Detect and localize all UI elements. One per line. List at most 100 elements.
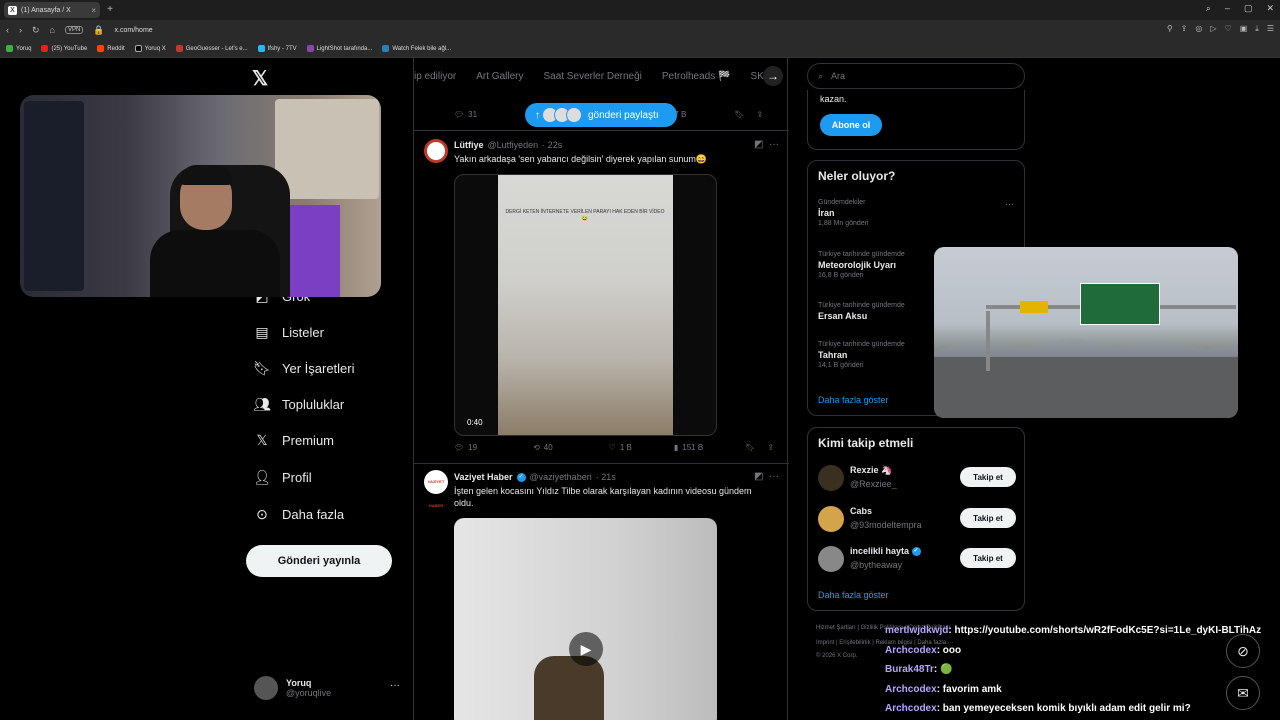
share-icon[interactable]: ⇪ [767,443,774,452]
grok-fab-icon[interactable]: ⊘ [1226,634,1260,668]
list-icon: ▤ [255,323,269,340]
tab-community[interactable]: SK [750,71,763,82]
nav-item-profile[interactable]: 👤︎ Profil [253,469,312,485]
follow-suggestion[interactable]: Cabs @93modeltempra Takip et [818,502,1016,536]
grok-icon[interactable]: ◩ [754,139,763,150]
nav-item-communities[interactable]: 👥︎ Topluluklar [253,395,344,412]
follow-title: Kimi takip etmeli [818,436,914,450]
search-box[interactable]: ⌕ [807,63,1025,89]
share-icon[interactable]: ⇪ [757,110,764,119]
back-icon[interactable]: ‹ [6,25,9,35]
follow-show-more-link[interactable]: Daha fazla göster [818,590,889,600]
avatar[interactable] [818,546,844,572]
avatar[interactable] [818,506,844,532]
more-dots-icon[interactable]: ··· [769,139,779,150]
box-icon[interactable]: ▣ [1240,24,1248,34]
more-dots-icon[interactable]: ··· [1005,199,1014,209]
address-bar[interactable]: x.com/home [115,27,153,34]
nav-item-premium[interactable]: 𝕏 Premium [254,432,334,448]
tweet-text: Yakın arkadaşa 'sen yabancı değilsin' di… [454,154,708,164]
heart-icon[interactable]: ♡ [1225,24,1232,34]
tab-community[interactable]: Saat Severler Derneği [543,71,641,82]
tweet-text: İşten gelen kocasını Yıldız Tilbe olarak… [454,486,752,508]
grok-icon[interactable]: ◩ [754,471,763,482]
bookmark-icon[interactable]: 🔖︎ [745,443,755,452]
video-caption: DERGİ KETEN İNTERNETE VERİLEN PARAYI HAK… [505,209,665,222]
bookmark-item[interactable]: Yoruq [6,45,31,52]
account-switcher[interactable]: Yoruq @yoruqlive ··· [254,676,400,700]
subscribe-text: kazan. [820,94,847,104]
tab-community[interactable]: ip ediliyor [414,71,456,82]
tweet-author-name[interactable]: Lütfiye [454,140,484,150]
account-name: Yoruq [286,678,312,688]
tweet-time[interactable]: · 22s [542,140,562,150]
people-icon: 👥︎ [253,395,271,412]
bookmark-icon[interactable]: 🔖︎ [734,110,744,119]
bookmark-item[interactable]: GeoGuesser - Let's e... [175,45,248,52]
avatar[interactable]: VAZİYET HABER [424,470,448,508]
follow-suggestion[interactable]: incelikli hayta ✓ @bytheaway Takip et [818,542,1016,576]
close-window-icon[interactable]: ✕ [1266,3,1274,14]
search-icon[interactable]: ⌕ [1206,3,1211,14]
zoom-icon[interactable]: ⚲ [1167,24,1173,34]
tweet-time[interactable]: · 21s [596,472,616,482]
tweet[interactable]: VAZİYET HABER Vaziyet Haber ✓ @vaziyetha… [414,463,789,720]
follow-button[interactable]: Takip et [960,548,1016,568]
reply-button[interactable]: 💬︎ 31 [454,110,477,119]
vpn-badge[interactable]: VPN [64,26,84,34]
maximize-icon[interactable]: ▢ [1244,3,1253,14]
wall-map-image [275,99,379,199]
bookmark-item[interactable]: Ifshy - 7TV [257,45,297,52]
tweet-author-handle[interactable]: @Lutfiyeden [488,140,539,150]
new-tab-icon[interactable]: + [104,4,116,16]
more-dots-icon[interactable]: ··· [390,680,400,691]
like-button[interactable]: ♡ 1 B [609,443,632,452]
tweet-author-handle[interactable]: @vaziyethaberi [530,472,592,482]
bookmark-item[interactable]: Watch Felek bile ağl... [382,45,451,52]
bookmark-item[interactable]: (25) YouTube [41,45,87,52]
trends-show-more-link[interactable]: Daha fazla göster [818,395,889,405]
follow-button[interactable]: Takip et [960,508,1016,528]
forward-icon[interactable]: › [19,25,22,35]
arrow-right-icon[interactable]: → [763,66,783,86]
messages-icon[interactable]: ✉ [1226,676,1260,710]
play-icon[interactable]: ▶ [569,632,603,666]
tweet-menu: ◩ ··· [754,139,779,150]
share-icon[interactable]: ⇪ [1181,24,1188,34]
tweet-video[interactable]: DERGİ KETEN İNTERNETE VERİLEN PARAYI HAK… [454,174,717,436]
reload-icon[interactable]: ↻ [32,25,40,36]
nav-item-lists[interactable]: ▤ Listeler [254,324,324,340]
more-dots-icon[interactable]: ··· [769,471,779,482]
post-button[interactable]: Gönderi yayınla [246,545,392,577]
play-icon[interactable]: ▷ [1210,24,1216,34]
camera-icon[interactable]: ◎ [1195,24,1202,34]
avatar[interactable] [818,465,844,491]
browser-tab[interactable]: X (1) Anasayfa / X × [4,2,100,18]
tab-community[interactable]: Petrolheads 🏁 [662,71,731,82]
subscribe-button[interactable]: Abone ol [820,114,882,136]
retweet-button[interactable]: ⟲ 40 [533,443,553,452]
follow-button[interactable]: Takip et [960,467,1016,487]
tweet-video[interactable]: ▶ [454,518,717,720]
follow-suggestion[interactable]: Rexzie 🦄 @Rexziee_ Takip et [818,461,1016,495]
nav-item-bookmarks[interactable]: 🔖︎ Yer İşaretleri [253,360,354,376]
home-icon[interactable]: ⌂ [50,25,55,35]
close-tab-icon[interactable]: × [91,6,96,15]
x-logo-icon[interactable]: 𝕏 [252,66,268,91]
bookmark-item[interactable]: LightShot tarafında... [306,45,372,52]
reply-button[interactable]: 💬︎ 19 [454,443,477,452]
tweet-author-name[interactable]: Vaziyet Haber [454,472,513,482]
tab-community[interactable]: Art Gallery [476,71,523,82]
menu-icon[interactable]: ☰ [1267,24,1274,34]
bookmark-item[interactable]: Reddit [97,45,125,52]
new-posts-pill[interactable]: ↑ gönderi paylaştı [525,103,677,127]
avatar[interactable] [424,139,448,163]
search-input[interactable] [829,70,1010,82]
minimize-icon[interactable]: – [1225,3,1230,14]
views-button[interactable]: ▮ 151 B [674,443,703,452]
bookmark-item[interactable]: Yoruq X [134,45,166,52]
trend-item[interactable]: Gündemdekiler İran 1,88 Mn gönderi ··· [818,199,1014,227]
tweet[interactable]: Lütfiye @Lutfiyeden · 22s ◩ ··· Yakın ar… [414,130,789,463]
download-icon[interactable]: ⤓ [1255,24,1259,34]
nav-item-more[interactable]: ⊙ Daha fazla [254,506,344,522]
